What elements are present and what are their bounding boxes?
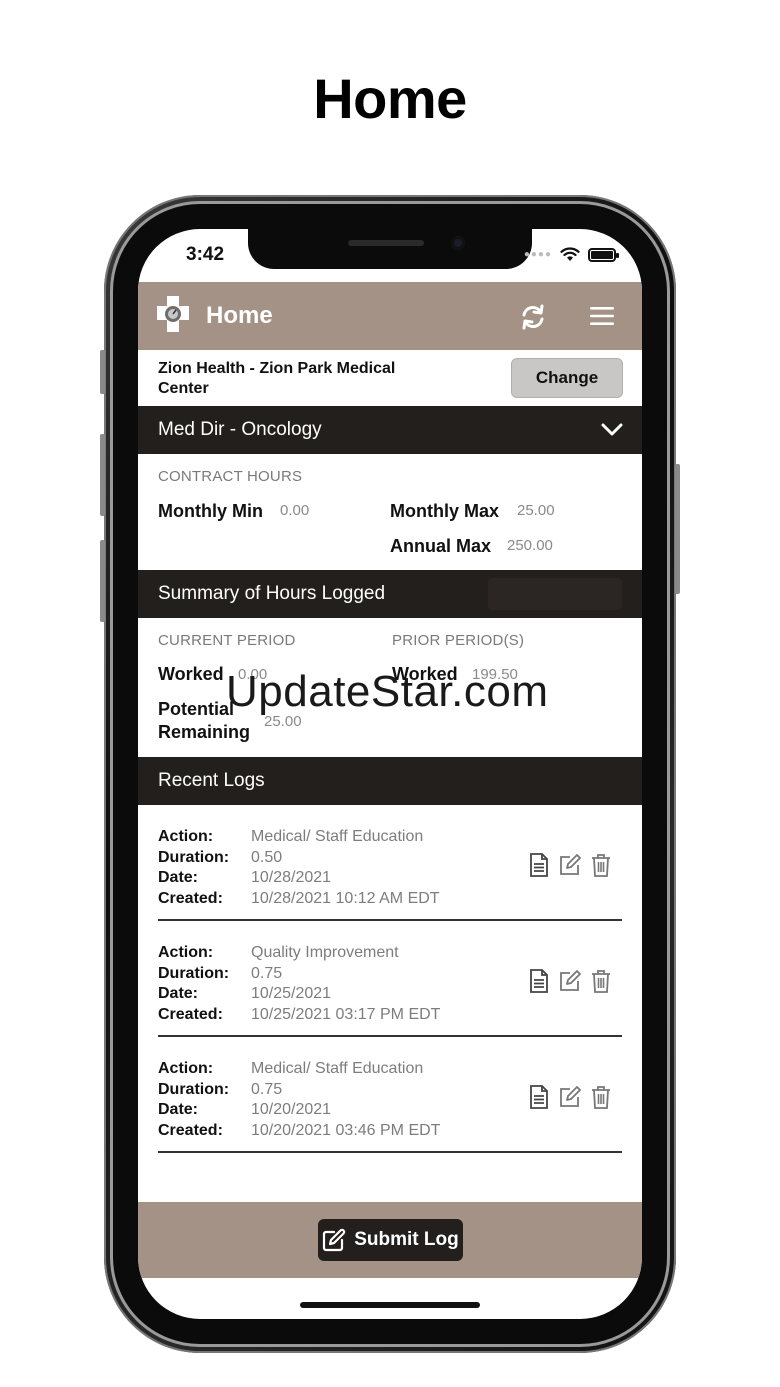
mute-switch: [100, 350, 105, 394]
facility-name: Zion Health - Zion Park Medical Center: [158, 360, 396, 397]
action-label: Action:: [158, 828, 214, 845]
created-value: 10/20/2021 03:46 PM EDT: [251, 1121, 441, 1139]
change-facility-button[interactable]: Change: [511, 358, 623, 398]
log-entry: Action: Duration: Date: Created: Quality…: [158, 921, 622, 1037]
action-value: Medical/ Staff Education: [251, 1060, 424, 1077]
submit-log-button[interactable]: Submit Log: [318, 1219, 463, 1261]
recent-logs-bar: Recent Logs: [138, 757, 642, 805]
date-value: 10/28/2021: [251, 869, 332, 886]
potential-label-line-2: Remaining: [158, 722, 251, 742]
log-field-values: Quality Improvement 0.75 10/25/2021 10/2…: [251, 943, 440, 1025]
document-icon[interactable]: [528, 969, 550, 993]
action-label: Action:: [158, 944, 214, 961]
monthly-max-value: 25.00: [517, 502, 555, 519]
current-worked-label: Worked: [158, 664, 224, 684]
watermark: UpdateStar.com: [226, 667, 549, 716]
volume-down-button: [100, 540, 105, 622]
summary-title: Summary of Hours Logged: [158, 583, 386, 604]
trash-icon[interactable]: [590, 969, 612, 993]
log-actions: [528, 1085, 612, 1109]
bottom-bar: Submit Log: [138, 1202, 642, 1278]
department-name: Med Dir - Oncology: [158, 419, 322, 440]
annual-max-label: Annual Max: [390, 536, 492, 556]
action-value: Medical/ Staff Education: [251, 828, 424, 845]
log-entry: Action: Duration: Date: Created: Medical…: [158, 1037, 622, 1153]
action-value: Quality Improvement: [251, 944, 399, 961]
log-actions: [528, 969, 612, 993]
monthly-min-value: 0.00: [280, 502, 310, 519]
trash-icon[interactable]: [590, 853, 612, 877]
date-value: 10/20/2021: [251, 1101, 332, 1118]
wifi-icon: [560, 247, 580, 261]
log-field-labels: Action: Duration: Date: Created:: [158, 1059, 229, 1141]
edit-icon[interactable]: [558, 969, 582, 993]
signal-icon: ●●●●: [523, 249, 552, 260]
duration-value: 0.75: [251, 1080, 283, 1098]
submit-log-label: Submit Log: [354, 1229, 459, 1250]
monthly-max-label: Monthly Max: [390, 501, 500, 521]
home-indicator[interactable]: [300, 1302, 480, 1308]
duration-label: Duration:: [158, 848, 230, 866]
document-icon[interactable]: [528, 1085, 550, 1109]
duration-value: 0.75: [251, 964, 283, 982]
logo-icon: [157, 296, 189, 332]
summary-bar: Summary of Hours Logged: [138, 570, 642, 618]
log-actions: [528, 853, 612, 877]
monthly-min-label: Monthly Min: [158, 501, 263, 521]
header-title: Home: [206, 302, 273, 329]
date-value: 10/25/2021: [251, 985, 332, 1002]
created-label: Created:: [158, 889, 223, 907]
log-field-labels: Action: Duration: Date: Created:: [158, 827, 229, 909]
annual-max-value: 250.00: [507, 537, 553, 554]
power-button: [675, 464, 680, 594]
duration-label: Duration:: [158, 1080, 230, 1098]
created-label: Created:: [158, 1121, 223, 1139]
log-entry: Action: Duration: Date: Created: Medical…: [158, 805, 622, 921]
chevron-down-icon: [601, 423, 623, 436]
created-value: 10/25/2021 03:17 PM EDT: [251, 1005, 441, 1023]
action-label: Action:: [158, 1060, 214, 1077]
trash-icon[interactable]: [590, 1085, 612, 1109]
log-field-values: Medical/ Staff Education 0.75 10/20/2021…: [251, 1059, 440, 1141]
camera: [451, 236, 465, 250]
refresh-icon[interactable]: [518, 302, 548, 332]
created-value: 10/28/2021 10:12 AM EDT: [251, 889, 440, 907]
duration-label: Duration:: [158, 964, 230, 982]
edit-icon[interactable]: [558, 853, 582, 877]
facility-row: Zion Health - Zion Park Medical Center C…: [138, 350, 642, 406]
notch: [248, 229, 532, 269]
date-label: Date:: [158, 869, 199, 886]
edit-icon[interactable]: [558, 1085, 582, 1109]
hamburger-menu-icon[interactable]: [588, 304, 616, 328]
app-header: Home: [138, 282, 642, 350]
speaker: [348, 240, 424, 246]
status-icons: ●●●●: [523, 247, 619, 262]
contract-hours-label: CONTRACT HOURS: [158, 468, 303, 485]
recent-logs-title: Recent Logs: [158, 770, 265, 791]
prior-period-label: PRIOR PERIOD(S): [392, 632, 525, 649]
status-time: 3:42: [186, 244, 225, 265]
current-period-label: CURRENT PERIOD: [158, 632, 296, 649]
page-heading: Home: [313, 67, 467, 130]
duration-value: 0.50: [251, 848, 283, 866]
phone-screen: 3:42 ●●●● Home Zion Health - Zion Park M…: [138, 229, 642, 1319]
edit-icon: [323, 1228, 346, 1252]
battery-icon: [588, 247, 619, 262]
log-field-labels: Action: Duration: Date: Created:: [158, 943, 229, 1025]
date-label: Date:: [158, 1101, 199, 1118]
created-label: Created:: [158, 1005, 223, 1023]
volume-up-button: [100, 434, 105, 516]
summary-action-button[interactable]: [488, 578, 622, 610]
date-label: Date:: [158, 985, 199, 1002]
log-field-values: Medical/ Staff Education 0.50 10/28/2021…: [251, 827, 440, 909]
department-dropdown[interactable]: Med Dir - Oncology: [138, 406, 642, 454]
document-icon[interactable]: [528, 853, 550, 877]
